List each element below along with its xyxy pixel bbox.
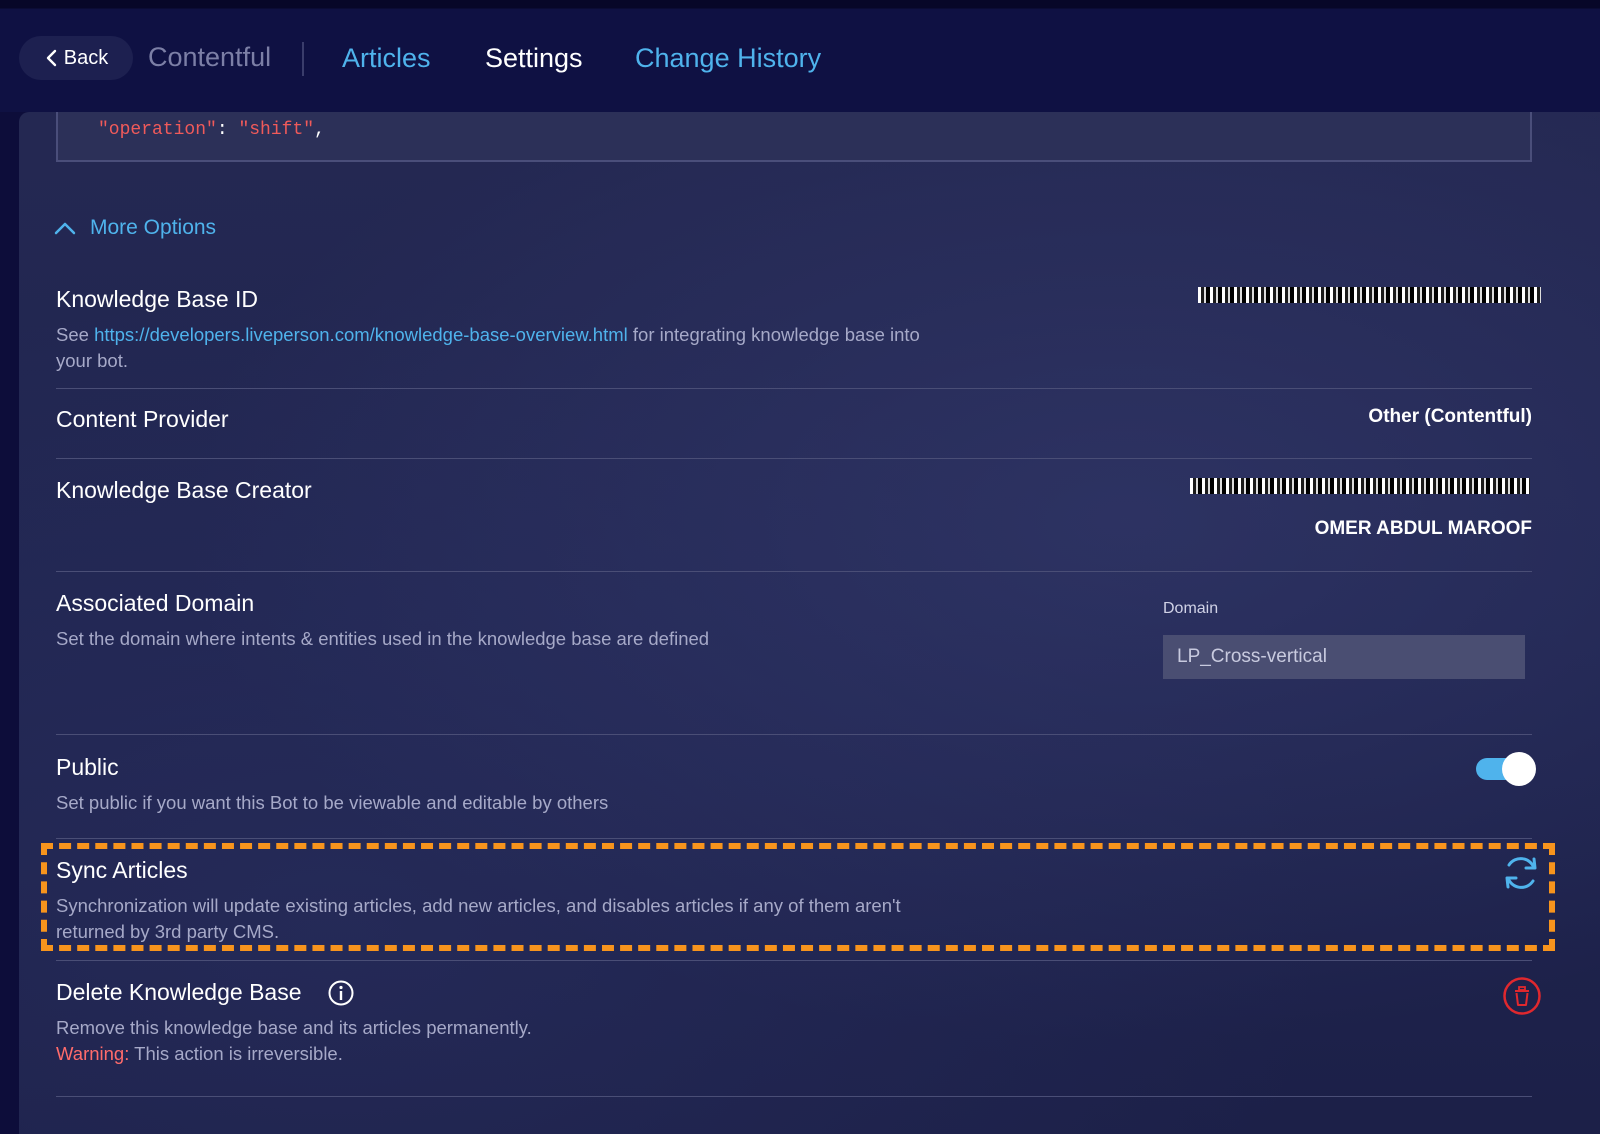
- delete-kb-warning: Warning: This action is irreversible.: [56, 1041, 343, 1067]
- code-key: "operation": [98, 120, 217, 140]
- divider: [56, 734, 1532, 735]
- kb-creator-title: Knowledge Base Creator: [56, 477, 312, 503]
- header-separator: [302, 42, 304, 76]
- warning-text: This action is irreversible.: [129, 1043, 343, 1064]
- kb-creator-name: OMER ABDUL MAROOF: [1314, 518, 1532, 539]
- top-navigation-bar: Back Contentful Articles Settings Change…: [0, 0, 1600, 112]
- divider: [56, 1096, 1532, 1097]
- sync-articles-description: Synchronization will update existing art…: [56, 895, 901, 942]
- public-description: Set public if you want this Bot to be vi…: [56, 792, 609, 813]
- kb-overview-link[interactable]: https://developers.liveperson.com/knowle…: [94, 324, 628, 345]
- content-provider-value: Other (Contentful): [1368, 406, 1532, 427]
- sync-articles-title: Sync Articles: [56, 857, 188, 883]
- kb-creator-redacted-id: [1190, 478, 1530, 494]
- tab-articles[interactable]: Articles: [342, 43, 431, 74]
- more-options-toggle[interactable]: More Options: [54, 216, 216, 240]
- back-button-label: Back: [63, 46, 109, 69]
- kb-id-title: Knowledge Base ID: [56, 286, 259, 312]
- kb-id-description: See https://developers.liveperson.com/kn…: [56, 322, 956, 374]
- associated-domain-description: Set the domain where intents & entities …: [56, 628, 710, 649]
- divider: [56, 388, 1532, 389]
- divider: [56, 960, 1532, 961]
- domain-field[interactable]: [1163, 635, 1525, 679]
- public-toggle[interactable]: [1476, 752, 1536, 786]
- code-trail: ,: [314, 120, 325, 140]
- delete-kb-title: Delete Knowledge Base: [56, 979, 302, 1005]
- kb-id-redacted-value: [1198, 287, 1541, 303]
- json-code-box: "operation": "shift",: [56, 112, 1532, 162]
- kb-id-desc-prefix: See: [56, 324, 95, 345]
- code-value: "shift": [238, 120, 315, 140]
- content-provider-title: Content Provider: [56, 406, 229, 432]
- delete-kb-description: Remove this knowledge base and its artic…: [56, 1017, 532, 1038]
- associated-domain-title: Associated Domain: [56, 590, 255, 616]
- divider: [56, 458, 1532, 459]
- chevron-left-icon: [46, 49, 56, 67]
- more-options-label: More Options: [90, 216, 217, 239]
- sync-icon[interactable]: [1500, 852, 1542, 894]
- trash-icon[interactable]: [1502, 976, 1542, 1016]
- divider: [56, 838, 1532, 839]
- public-toggle-knob: [1502, 752, 1536, 786]
- tab-settings[interactable]: Settings: [485, 43, 583, 74]
- warning-label: Warning:: [56, 1043, 130, 1064]
- domain-field-label: Domain: [1163, 600, 1219, 617]
- tab-change-history[interactable]: Change History: [635, 43, 821, 74]
- brand-name: Contentful: [148, 42, 272, 72]
- info-icon[interactable]: [327, 979, 355, 1007]
- code-colon: :: [216, 120, 239, 140]
- public-title: Public: [56, 754, 119, 780]
- chevron-up-icon: [54, 222, 76, 235]
- back-button[interactable]: Back: [19, 36, 133, 80]
- divider: [56, 571, 1532, 572]
